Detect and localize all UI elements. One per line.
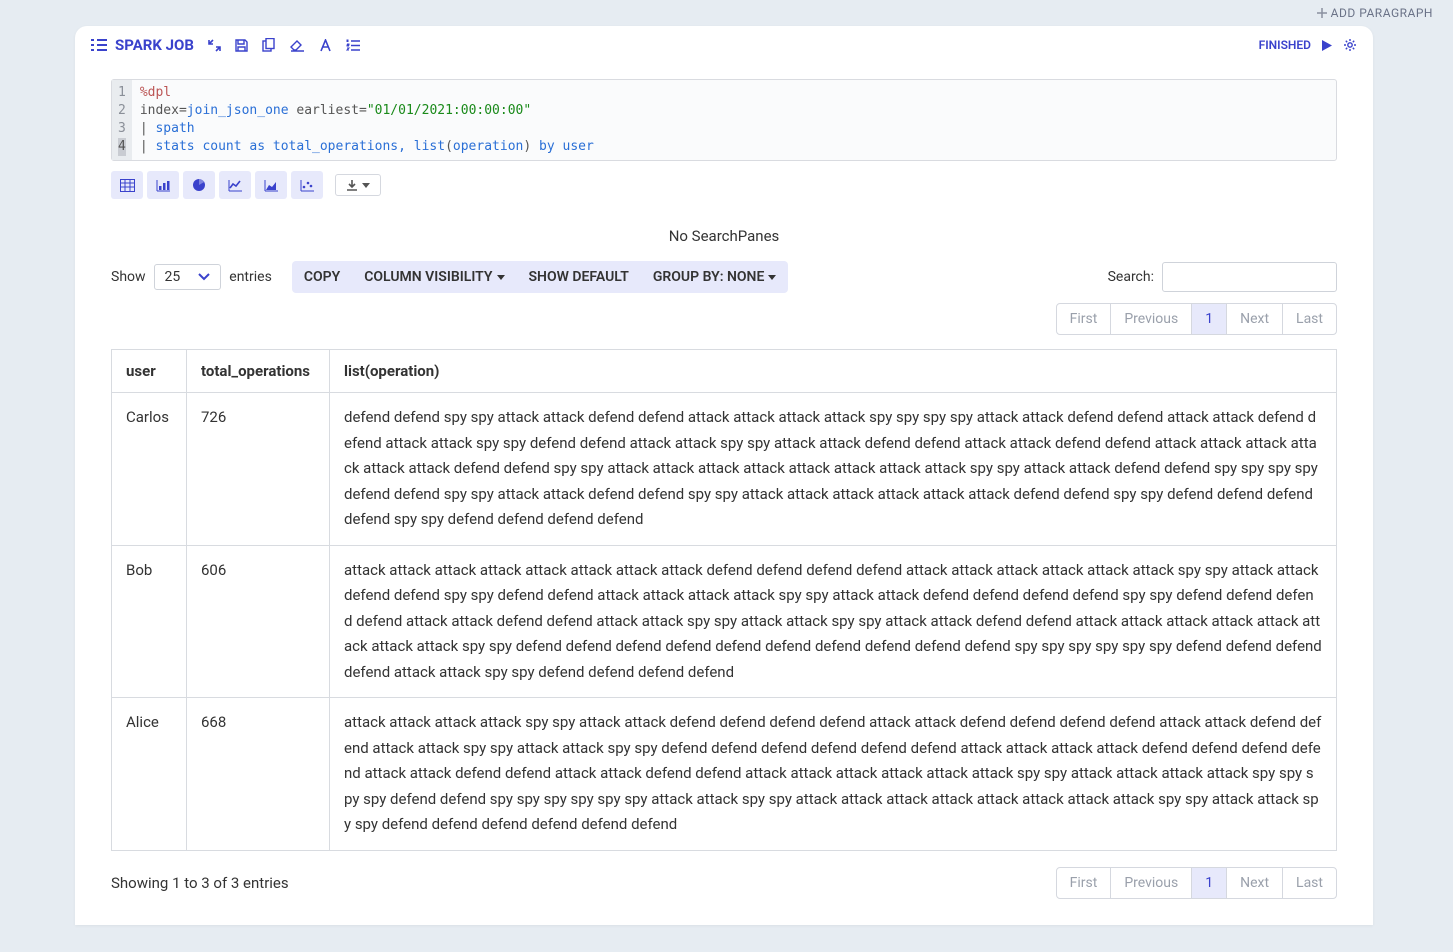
caret-down-icon: [497, 275, 505, 280]
code-gutter: 1 2 3 4: [112, 80, 132, 160]
erase-icon[interactable]: [290, 39, 305, 52]
col-user[interactable]: user: [112, 350, 187, 393]
code-content: %dpl index=join_json_one earliest="01/01…: [132, 80, 602, 160]
show-default-button[interactable]: SHOW DEFAULT: [517, 261, 641, 293]
panel-title-group: SPARK JOB: [91, 36, 194, 54]
pagination-top: First Previous 1 Next Last: [1056, 303, 1337, 335]
page-first-button[interactable]: First: [1056, 303, 1112, 335]
column-visibility-button[interactable]: COLUMN VISIBILITY: [352, 261, 516, 293]
page-number-button[interactable]: 1: [1191, 303, 1227, 335]
plus-icon: [1317, 8, 1327, 18]
show-label: Show: [111, 269, 146, 285]
table-view-button[interactable]: [111, 171, 143, 199]
copy-button[interactable]: COPY: [292, 261, 352, 293]
page-next-button[interactable]: Next: [1226, 867, 1283, 899]
page-length-value: 25: [165, 269, 181, 285]
spark-job-panel: SPARK JOB FINISHED: [75, 26, 1373, 925]
table-row: Alice 668 attack attack attack attack sp…: [112, 698, 1337, 851]
cell-list: defend defend spy spy attack attack defe…: [330, 393, 1337, 546]
results-table: user total_operations list(operation) Ca…: [111, 349, 1337, 851]
search-group: Search:: [1108, 262, 1337, 292]
table-row: Carlos 726 defend defend spy spy attack …: [112, 393, 1337, 546]
cell-list: attack attack attack attack attack attac…: [330, 545, 1337, 698]
caret-down-icon: [768, 275, 776, 280]
col-total[interactable]: total_operations: [187, 350, 330, 393]
no-searchpanes-label: No SearchPanes: [75, 209, 1373, 261]
cell-total: 726: [187, 393, 330, 546]
cell-total: 606: [187, 545, 330, 698]
group-by-button[interactable]: GROUP BY: NONE: [641, 261, 789, 293]
table-row: Bob 606 attack attack attack attack atta…: [112, 545, 1337, 698]
copy-icon[interactable]: [262, 38, 276, 52]
page-previous-button[interactable]: Previous: [1110, 867, 1192, 899]
font-icon[interactable]: [319, 39, 332, 52]
page-last-button[interactable]: Last: [1282, 867, 1337, 899]
entries-label: entries: [229, 269, 272, 285]
col-list[interactable]: list(operation): [330, 350, 1337, 393]
code-editor[interactable]: 1 2 3 4 %dpl index=join_json_one earlies…: [111, 79, 1337, 161]
visualization-toolbar: [111, 171, 1337, 199]
page-next-button[interactable]: Next: [1226, 303, 1283, 335]
table-header-row: user total_operations list(operation): [112, 350, 1337, 393]
cell-user: Alice: [112, 698, 187, 851]
status-label: FINISHED: [1259, 38, 1311, 52]
paragraph-list-icon: [91, 38, 107, 52]
caret-down-icon: [362, 183, 370, 188]
pagination-bottom: First Previous 1 Next Last: [1056, 867, 1337, 899]
search-label: Search:: [1108, 269, 1154, 285]
settings-button[interactable]: [1343, 38, 1357, 52]
page-number-button[interactable]: 1: [1191, 867, 1227, 899]
pie-chart-button[interactable]: [183, 171, 215, 199]
page-length-select[interactable]: 25: [154, 264, 222, 290]
panel-header: SPARK JOB FINISHED: [75, 26, 1373, 65]
table-info: Showing 1 to 3 of 3 entries: [111, 874, 289, 892]
panel-title: SPARK JOB: [115, 36, 194, 54]
run-button[interactable]: [1321, 39, 1333, 52]
scatter-chart-button[interactable]: [291, 171, 323, 199]
cell-total: 668: [187, 698, 330, 851]
add-paragraph-button[interactable]: ADD PARAGRAPH: [1317, 6, 1433, 20]
show-entries-control: Show 25 entries: [111, 264, 272, 290]
table-button-group: COPY COLUMN VISIBILITY SHOW DEFAULT GROU…: [292, 261, 789, 293]
cell-user: Bob: [112, 545, 187, 698]
search-input[interactable]: [1162, 262, 1337, 292]
header-toolbar: [208, 38, 360, 52]
line-chart-button[interactable]: [219, 171, 251, 199]
chevron-down-icon: [198, 273, 210, 281]
page-last-button[interactable]: Last: [1282, 303, 1337, 335]
download-button[interactable]: [335, 174, 381, 196]
page-first-button[interactable]: First: [1056, 867, 1112, 899]
table-controls: Show 25 entries COPY COLUMN VISIBILITY S…: [75, 261, 1373, 293]
bar-chart-button[interactable]: [147, 171, 179, 199]
page-previous-button[interactable]: Previous: [1110, 303, 1192, 335]
collapse-icon[interactable]: [208, 39, 221, 52]
save-icon[interactable]: [235, 39, 248, 52]
area-chart-button[interactable]: [255, 171, 287, 199]
cell-list: attack attack attack attack spy spy atta…: [330, 698, 1337, 851]
numbered-list-icon[interactable]: [346, 39, 360, 52]
add-paragraph-label: ADD PARAGRAPH: [1331, 6, 1433, 20]
cell-user: Carlos: [112, 393, 187, 546]
